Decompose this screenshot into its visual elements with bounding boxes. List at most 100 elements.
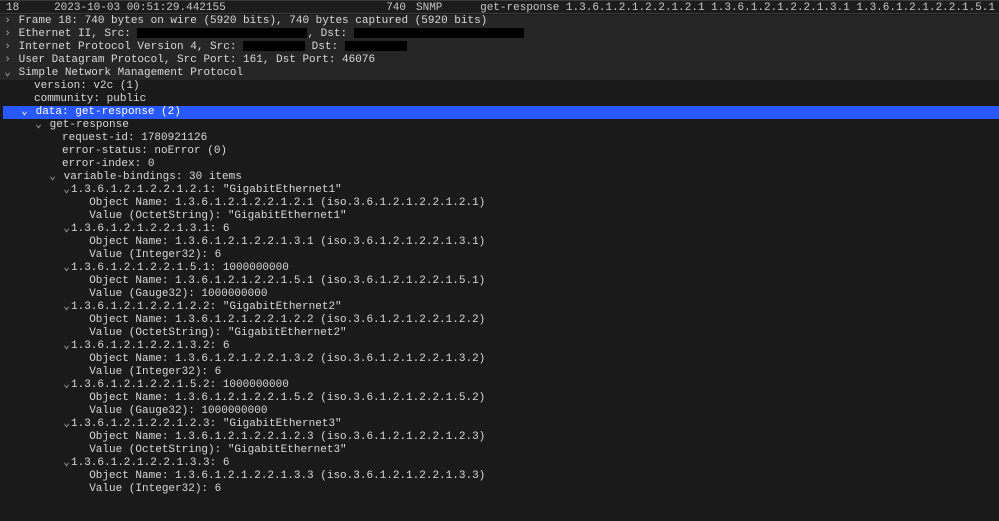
collapse-caret-icon[interactable] [62,184,71,197]
varbind-value-row[interactable]: Value (Gauge32): 1000000000 [3,288,999,301]
redacted-dst-mac [354,28,524,38]
packet-list-row[interactable]: 18 2023-10-03 00:51:29.442155 740 SNMP g… [0,0,999,14]
varbind-head-text: 1.3.6.1.2.1.2.2.1.3.3: 6 [71,457,229,469]
ip-dst-label: Dst: [312,41,345,53]
get-response-row[interactable]: get-response [3,119,999,132]
col-no: 18 [4,2,54,11]
varbind-row[interactable]: 1.3.6.1.2.1.2.2.1.3.1: 6 [3,223,999,236]
varbind-head-text: 1.3.6.1.2.1.2.2.1.5.2: 1000000000 [71,379,289,391]
collapse-caret-icon[interactable] [34,119,43,132]
expand-caret-icon[interactable] [3,41,12,54]
collapse-caret-icon[interactable] [62,223,71,236]
col-src [226,2,314,11]
varbind-object-name-row[interactable]: Object Name: 1.3.6.1.2.1.2.2.1.2.2 (iso.… [3,314,999,327]
varbind-object-name-row[interactable]: Object Name: 1.3.6.1.2.1.2.2.1.2.1 (iso.… [3,197,999,210]
collapse-caret-icon[interactable] [62,457,71,470]
collapse-caret-icon[interactable] [62,340,71,353]
varbind-object-name-text: Object Name: 1.3.6.1.2.1.2.2.1.3.2 (iso.… [89,353,485,365]
ethernet-src-label: Ethernet II, Src: [19,28,138,40]
ip-summary-row[interactable]: Internet Protocol Version 4, Src: Dst: [0,41,999,54]
varbind-value-row[interactable]: Value (Integer32): 6 [3,483,999,496]
error-index-text: error-index: 0 [62,158,154,170]
varbind-object-name-text: Object Name: 1.3.6.1.2.1.2.2.1.5.1 (iso.… [89,275,485,287]
varbind-value-row[interactable]: Value (OctetString): "GigabitEthernet2" [3,327,999,340]
expand-caret-icon[interactable] [3,54,12,67]
snmp-community-text: community: public [34,93,146,105]
varbind-head-text: 1.3.6.1.2.1.2.2.1.3.2: 6 [71,340,229,352]
varbind-value-text: Value (OctetString): "GigabitEthernet3" [89,444,346,456]
varbind-object-name-row[interactable]: Object Name: 1.3.6.1.2.1.2.2.1.5.1 (iso.… [3,275,999,288]
varbind-head-text: 1.3.6.1.2.1.2.2.1.2.3: "GigabitEthernet3… [71,418,342,430]
varbind-value-row[interactable]: Value (OctetString): "GigabitEthernet3" [3,444,999,457]
col-info: get-response 1.3.6.1.2.1.2.2.1.2.1 1.3.6… [480,2,995,11]
redacted-dst-ip [345,41,407,51]
get-response-label: get-response [50,119,129,131]
varbind-object-name-row[interactable]: Object Name: 1.3.6.1.2.1.2.2.1.2.3 (iso.… [3,431,999,444]
expand-caret-icon[interactable] [3,28,12,41]
snmp-version-row[interactable]: version: v2c (1) [3,80,999,93]
varbind-value-text: Value (OctetString): "GigabitEthernet1" [89,210,346,222]
varbind-row[interactable]: 1.3.6.1.2.1.2.2.1.2.2: "GigabitEthernet2… [3,301,999,314]
snmp-version-text: version: v2c (1) [34,80,140,92]
collapse-caret-icon[interactable] [62,418,71,431]
redacted-src-ip [243,41,305,51]
varbind-object-name-text: Object Name: 1.3.6.1.2.1.2.2.1.2.3 (iso.… [89,431,485,443]
redacted-src-mac [137,28,307,38]
col-len: 740 [374,2,416,11]
udp-summary-row[interactable]: User Datagram Protocol, Src Port: 161, D… [0,54,999,67]
snmp-data-row[interactable]: data: get-response (2) [3,106,999,119]
collapse-caret-icon[interactable] [62,379,71,392]
varbind-value-text: Value (Gauge32): 1000000000 [89,288,267,300]
snmp-summary-row[interactable]: Simple Network Management Protocol [0,67,999,80]
collapse-caret-icon[interactable] [48,171,57,184]
collapse-caret-icon[interactable] [20,106,29,119]
varbind-row[interactable]: 1.3.6.1.2.1.2.2.1.5.1: 1000000000 [3,262,999,275]
varbind-object-name-row[interactable]: Object Name: 1.3.6.1.2.1.2.2.1.3.2 (iso.… [3,353,999,366]
snmp-community-row[interactable]: community: public [3,93,999,106]
collapse-caret-icon[interactable] [62,301,71,314]
ethernet-dst-label: , Dst: [307,28,353,40]
collapse-caret-icon[interactable] [3,67,12,80]
request-id-text: request-id: 1780921126 [62,132,207,144]
variable-bindings-text: variable-bindings: 30 items [64,171,242,183]
varbind-object-name-text: Object Name: 1.3.6.1.2.1.2.2.1.3.1 (iso.… [89,236,485,248]
frame-summary-text: Frame 18: 740 bytes on wire (5920 bits),… [19,15,488,27]
expand-caret-icon[interactable] [3,15,12,28]
varbind-value-row[interactable]: Value (Integer32): 6 [3,249,999,262]
varbind-object-name-row[interactable]: Object Name: 1.3.6.1.2.1.2.2.1.3.1 (iso.… [3,236,999,249]
varbind-value-row[interactable]: Value (Integer32): 6 [3,366,999,379]
varbind-row[interactable]: 1.3.6.1.2.1.2.2.1.2.1: "GigabitEthernet1… [3,184,999,197]
varbind-head-text: 1.3.6.1.2.1.2.2.1.3.1: 6 [71,223,229,235]
packet-details-pane[interactable]: Frame 18: 740 bytes on wire (5920 bits),… [0,14,999,521]
col-proto: SNMP [416,2,480,11]
ip-src-label: Internet Protocol Version 4, Src: [19,41,243,53]
varbind-row[interactable]: 1.3.6.1.2.1.2.2.1.3.3: 6 [3,457,999,470]
varbind-value-row[interactable]: Value (Gauge32): 1000000000 [3,405,999,418]
varbind-value-text: Value (Integer32): 6 [89,366,221,378]
varbind-value-row[interactable]: Value (OctetString): "GigabitEthernet1" [3,210,999,223]
varbind-head-text: 1.3.6.1.2.1.2.2.1.2.2: "GigabitEthernet2… [71,301,342,313]
varbind-head-text: 1.3.6.1.2.1.2.2.1.2.1: "GigabitEthernet1… [71,184,342,196]
varbind-object-name-text: Object Name: 1.3.6.1.2.1.2.2.1.5.2 (iso.… [89,392,485,404]
varbind-head-text: 1.3.6.1.2.1.2.2.1.5.1: 1000000000 [71,262,289,274]
varbind-row[interactable]: 1.3.6.1.2.1.2.2.1.3.2: 6 [3,340,999,353]
frame-summary-row[interactable]: Frame 18: 740 bytes on wire (5920 bits),… [0,15,999,28]
varbind-object-name-text: Object Name: 1.3.6.1.2.1.2.2.1.2.2 (iso.… [89,314,485,326]
snmp-data-text: data: get-response (2) [36,106,181,118]
udp-summary-text: User Datagram Protocol, Src Port: 161, D… [19,54,375,66]
varbind-value-text: Value (Gauge32): 1000000000 [89,405,267,417]
varbind-row[interactable]: 1.3.6.1.2.1.2.2.1.5.2: 1000000000 [3,379,999,392]
request-id-row[interactable]: request-id: 1780921126 [3,132,999,145]
varbind-object-name-text: Object Name: 1.3.6.1.2.1.2.2.1.3.3 (iso.… [89,470,485,482]
variable-bindings-row[interactable]: variable-bindings: 30 items [3,171,999,184]
error-status-row[interactable]: error-status: noError (0) [3,145,999,158]
col-time: 2023-10-03 00:51:29.442155 [54,2,226,11]
varbind-object-name-row[interactable]: Object Name: 1.3.6.1.2.1.2.2.1.3.3 (iso.… [3,470,999,483]
varbind-object-name-row[interactable]: Object Name: 1.3.6.1.2.1.2.2.1.5.2 (iso.… [3,392,999,405]
varbind-value-text: Value (Integer32): 6 [89,483,221,495]
error-index-row[interactable]: error-index: 0 [3,158,999,171]
ethernet-summary-row[interactable]: Ethernet II, Src: , Dst: [0,28,999,41]
varbind-row[interactable]: 1.3.6.1.2.1.2.2.1.2.3: "GigabitEthernet3… [3,418,999,431]
varbind-value-text: Value (OctetString): "GigabitEthernet2" [89,327,346,339]
collapse-caret-icon[interactable] [62,262,71,275]
